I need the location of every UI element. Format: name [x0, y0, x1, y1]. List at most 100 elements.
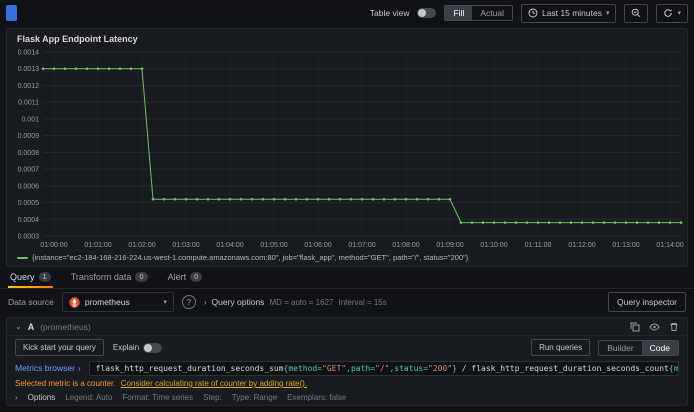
- kick-start-query-button[interactable]: Kick start your query: [15, 339, 104, 356]
- svg-text:0.0005: 0.0005: [18, 200, 40, 207]
- svg-text:01:00:00: 01:00:00: [40, 242, 67, 249]
- query-options-md-summary: MD = auto = 1627: [269, 297, 334, 307]
- time-range-picker[interactable]: Last 15 minutes ▾: [520, 3, 617, 23]
- query-toolbar-right: Run queries Builder Code: [531, 339, 679, 356]
- fill-button[interactable]: Fill: [445, 6, 473, 20]
- duplicate-query-icon[interactable]: [630, 322, 640, 332]
- query-options-interval-summary: Interval = 15s: [338, 297, 387, 307]
- datasource-caret-icon: ▾: [163, 299, 167, 306]
- svg-text:01:11:00: 01:11:00: [525, 242, 552, 249]
- table-view-toggle[interactable]: [417, 8, 437, 18]
- zoom-out-button[interactable]: [624, 3, 649, 23]
- tab-query[interactable]: Query 1: [8, 267, 53, 288]
- svg-text:0.0009: 0.0009: [18, 133, 40, 140]
- chevron-right-icon: ›: [203, 297, 207, 307]
- svg-text:01:13:00: 01:13:00: [612, 242, 639, 249]
- query-row-actions: [630, 322, 679, 332]
- fill-actual-group: Fill Actual: [444, 5, 513, 21]
- svg-text:0.0004: 0.0004: [18, 217, 40, 224]
- legend-series-label: {instance="ec2-184-168-216-224.us-west-1…: [32, 253, 469, 262]
- topbar: Table view Fill Actual Last 15 minutes ▾…: [0, 0, 694, 26]
- query-datasource-hint: (prometheus): [40, 321, 91, 332]
- options-format: Format: Time series: [122, 392, 194, 402]
- remove-query-trash-icon[interactable]: [669, 322, 679, 332]
- options-legend: Legend: Auto: [65, 392, 113, 402]
- datasource-help-icon[interactable]: ?: [181, 295, 196, 309]
- tab-transform-badge: 0: [135, 271, 148, 282]
- explain-toggle[interactable]: [143, 342, 163, 353]
- svg-text:01:08:00: 01:08:00: [392, 242, 419, 249]
- query-ref-id: A: [27, 321, 35, 332]
- tab-transform-data[interactable]: Transform data 0: [69, 267, 150, 288]
- run-queries-button[interactable]: Run queries: [531, 339, 591, 356]
- hide-query-eye-icon[interactable]: [649, 322, 660, 332]
- explain-label: Explain: [112, 343, 140, 352]
- query-inspector-button[interactable]: Query inspector: [608, 292, 686, 312]
- promql-expression[interactable]: flask_http_request_duration_seconds_sum{…: [88, 360, 679, 376]
- refresh-icon: [663, 8, 673, 18]
- collapse-chevron-icon[interactable]: ⌄: [15, 322, 22, 331]
- actual-button[interactable]: Actual: [472, 6, 512, 20]
- caret-down-icon: ▾: [605, 10, 610, 17]
- query-row-header[interactable]: ⌄ A (prometheus): [7, 318, 687, 336]
- options-type: Type: Range: [231, 392, 278, 402]
- svg-text:0.0007: 0.0007: [18, 167, 40, 174]
- query-editor-row: Metrics browser › flask_http_request_dur…: [7, 359, 687, 379]
- metrics-browser-button[interactable]: Metrics browser ›: [15, 363, 81, 373]
- query-options-label: Query options: [211, 297, 265, 307]
- tab-alert-label: Alert: [167, 271, 187, 282]
- svg-text:01:01:00: 01:01:00: [84, 242, 111, 249]
- builder-mode-button[interactable]: Builder: [599, 341, 641, 355]
- svg-text:0.0006: 0.0006: [18, 183, 40, 190]
- tab-alert-badge: 0: [190, 271, 203, 282]
- query-options-footer[interactable]: › Options Legend: Auto Format: Time seri…: [7, 390, 687, 405]
- svg-text:01:10:00: 01:10:00: [480, 242, 507, 249]
- tab-query-label: Query: [10, 271, 35, 282]
- svg-text:01:14:00: 01:14:00: [656, 242, 683, 249]
- topbar-controls: Table view Fill Actual Last 15 minutes ▾…: [369, 3, 688, 23]
- app-logo[interactable]: [6, 5, 17, 21]
- svg-text:0.001: 0.001: [21, 116, 39, 123]
- zoom-out-icon: [631, 8, 641, 18]
- warning-rate-link[interactable]: Consider calculating rate of counter by …: [121, 379, 307, 388]
- latency-panel: Flask App Endpoint Latency 0.0014 0.0013 0…: [6, 28, 688, 267]
- svg-text:01:07:00: 01:07:00: [348, 242, 375, 249]
- svg-text:0.0014: 0.0014: [18, 50, 40, 57]
- query-editor-card: ⌄ A (prometheus) Kick start your query E…: [6, 317, 688, 406]
- svg-text:01:06:00: 01:06:00: [304, 242, 331, 249]
- legend-item[interactable]: {instance="ec2-184-168-216-224.us-west-1…: [9, 252, 685, 264]
- refresh-caret-icon: ▾: [677, 10, 681, 17]
- query-toolbar: Kick start your query Explain Run querie…: [7, 336, 687, 359]
- options-step: Step:: [203, 392, 222, 402]
- warning-text: Selected metric is a counter.: [15, 379, 116, 388]
- explain-control: Explain: [112, 342, 163, 353]
- toggle-knob: [144, 343, 153, 352]
- code-mode-button[interactable]: Code: [641, 340, 678, 355]
- refresh-button[interactable]: ▾: [656, 3, 688, 23]
- prometheus-icon: [69, 296, 80, 308]
- latency-chart[interactable]: 0.0014 0.0013 0.0012 0.0011 0.001 0.0009 0.000…: [9, 46, 685, 252]
- svg-text:01:02:00: 01:02:00: [128, 242, 155, 249]
- svg-text:0.0008: 0.0008: [18, 150, 40, 157]
- legend-series-marker: [17, 256, 28, 259]
- svg-text:0.0011: 0.0011: [18, 100, 39, 107]
- query-warning: Selected metric is a counter. Consider c…: [7, 379, 687, 390]
- svg-text:01:05:00: 01:05:00: [260, 242, 287, 249]
- chevron-right-icon: ›: [77, 363, 81, 373]
- table-view-label: Table view: [369, 8, 410, 18]
- panel-title: Flask App Endpoint Latency: [17, 34, 138, 44]
- metrics-browser-label: Metrics browser: [15, 363, 75, 373]
- query-options-toggle[interactable]: › Query options MD = auto = 1627 Interva…: [204, 297, 387, 307]
- svg-text:01:12:00: 01:12:00: [568, 242, 595, 249]
- tab-alert[interactable]: Alert 0: [166, 267, 205, 288]
- datasource-picker[interactable]: prometheus ▾: [61, 292, 174, 312]
- clock-icon: [528, 8, 538, 18]
- chevron-right-icon: ›: [15, 392, 18, 402]
- toggle-knob: [418, 9, 427, 17]
- options-exemplars: Exemplars: false: [287, 392, 347, 402]
- svg-text:01:03:00: 01:03:00: [172, 242, 199, 249]
- svg-text:01:04:00: 01:04:00: [216, 242, 243, 249]
- svg-text:01:09:00: 01:09:00: [436, 242, 463, 249]
- svg-text:0.0012: 0.0012: [18, 83, 40, 90]
- svg-text:0.0003: 0.0003: [18, 234, 40, 241]
